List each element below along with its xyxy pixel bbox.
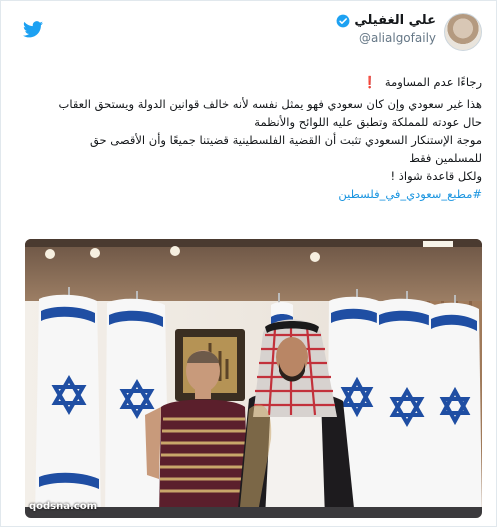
tweet-line-5: للمسلمين فقط xyxy=(409,151,482,165)
tweet-photo[interactable]: qodsna.com xyxy=(25,239,482,518)
hashtag-row: #مطبع_سعودي_في_فلسطين xyxy=(20,185,482,203)
tweet-line-1-text: رجاءًا عدم المساومة xyxy=(384,75,482,89)
tweet-text: رجاءًا عدم المساومة ❗ هذا غير سعودي وإن … xyxy=(20,73,482,203)
tweet-line-6: ولكل قاعدة شواذ ! xyxy=(390,169,482,183)
verified-badge-icon xyxy=(336,14,350,27)
tweet-line-3: حال عودته للمملكة وتطبق عليه اللوائح وال… xyxy=(254,115,482,129)
display-name[interactable]: علي الغفيلي xyxy=(354,13,436,28)
tweet-line-1: رجاءًا عدم المساومة ❗ xyxy=(20,73,482,91)
hashtag-link[interactable]: #مطبع_سعودي_في_فلسطين xyxy=(338,187,482,201)
tweet-card: علي الغفيلي @alialgofaily رجاءًا عدم الم… xyxy=(0,0,497,527)
twitter-bird-icon[interactable] xyxy=(23,21,43,38)
tweet-line-2: هذا غير سعودي وإن كان سعودي فهو يمثل نفس… xyxy=(58,97,482,111)
photo-illustration xyxy=(25,239,482,518)
exclamation-icon: ❗ xyxy=(362,75,378,89)
author-names: علي الغفيلي @alialgofaily xyxy=(336,13,436,45)
display-name-row[interactable]: علي الغفيلي xyxy=(336,13,436,28)
watermark: qodsna.com xyxy=(29,501,98,512)
tweet-line-4: موجة الإستنكار السعودي تثبت أن القضية ال… xyxy=(89,133,482,147)
tweet-header: علي الغفيلي @alialgofaily xyxy=(336,13,482,51)
user-handle[interactable]: @alialgofaily xyxy=(336,31,436,45)
avatar[interactable] xyxy=(444,13,482,51)
